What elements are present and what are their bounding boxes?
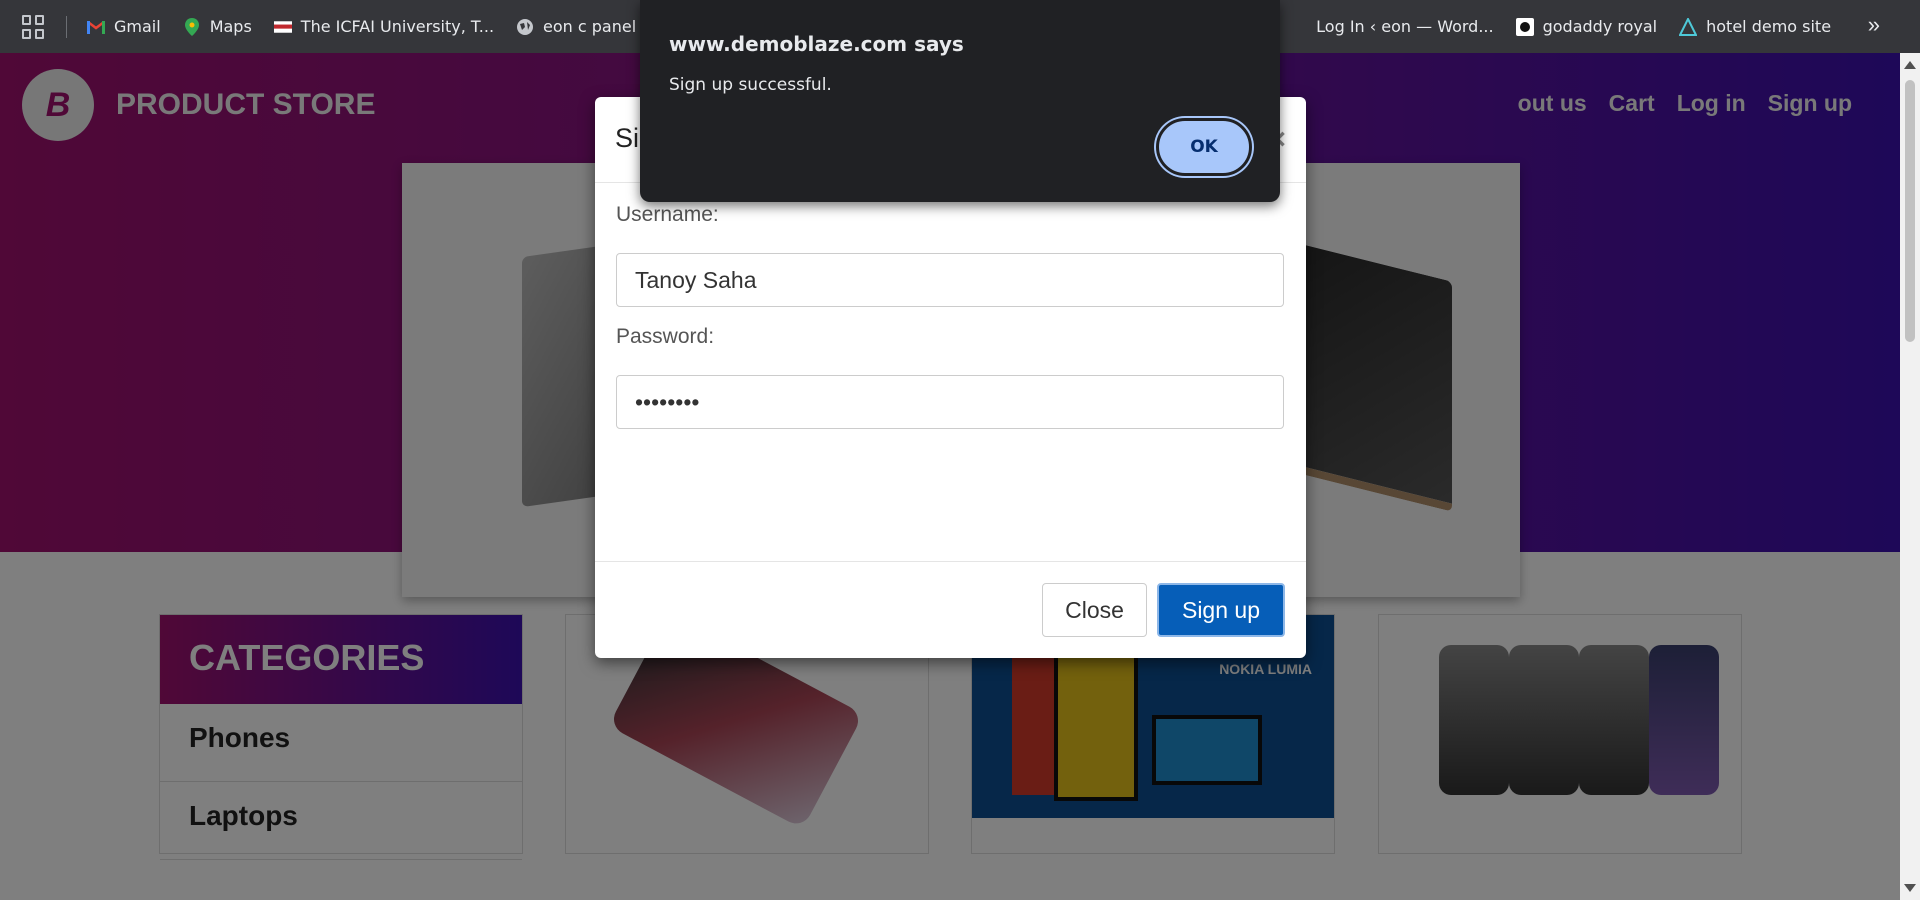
sign-up-button[interactable]: Sign up	[1157, 583, 1285, 637]
modal-body: Username: Password:	[595, 183, 1306, 467]
bookmark-label: The ICFAI University, T...	[300, 17, 495, 36]
close-button[interactable]: Close	[1042, 583, 1147, 637]
bookmark-icfai[interactable]: The ICFAI University, T...	[273, 17, 495, 36]
more-bookmarks-icon[interactable]: »	[1868, 12, 1880, 38]
bookmark-hotel[interactable]: hotel demo site	[1679, 17, 1831, 36]
bookmark-label: Gmail	[114, 17, 161, 36]
modal-footer: Close Sign up	[595, 561, 1306, 658]
apps-grid-icon[interactable]	[22, 14, 46, 39]
bookmark-label: Log In ‹ eon — Word...	[1316, 17, 1494, 36]
globe-icon	[516, 18, 534, 36]
bookmark-wordpress[interactable]: Log In ‹ eon — Word...	[1316, 17, 1493, 36]
bookmark-gmail[interactable]: Gmail	[87, 17, 161, 36]
page-scrollbar[interactable]	[1900, 53, 1920, 900]
bookmark-eon-cpanel[interactable]: eon c panel	[516, 17, 636, 36]
modal-title: Si	[615, 123, 640, 153]
bookmark-label: eon c panel	[543, 17, 637, 36]
bookmark-maps[interactable]: Maps	[183, 17, 252, 36]
scroll-up-icon[interactable]	[1904, 61, 1916, 69]
godaddy-icon	[1515, 17, 1534, 36]
maps-icon	[183, 17, 201, 36]
scroll-down-icon[interactable]	[1904, 884, 1916, 892]
alert-ok-button[interactable]: OK	[1156, 118, 1252, 176]
password-input[interactable]	[616, 375, 1284, 429]
password-label: Password:	[616, 325, 715, 348]
alert-message: Sign up successful.	[669, 75, 832, 95]
username-input[interactable]	[616, 253, 1284, 307]
hotel-icon	[1679, 17, 1698, 36]
bookmark-godaddy[interactable]: godaddy royal	[1515, 17, 1658, 36]
bookmarks-separator	[66, 15, 67, 38]
browser-alert-dialog: www.demoblaze.com says Sign up successfu…	[640, 0, 1280, 202]
gmail-icon	[87, 18, 105, 36]
bookmark-label: hotel demo site	[1706, 17, 1832, 36]
bookmark-label: Maps	[209, 17, 252, 36]
alert-title: www.demoblaze.com says	[669, 32, 964, 56]
icfai-icon	[273, 18, 292, 36]
bookmark-label: godaddy royal	[1542, 17, 1658, 36]
username-label: Username:	[616, 203, 719, 226]
scrollbar-thumb[interactable]	[1905, 80, 1915, 342]
